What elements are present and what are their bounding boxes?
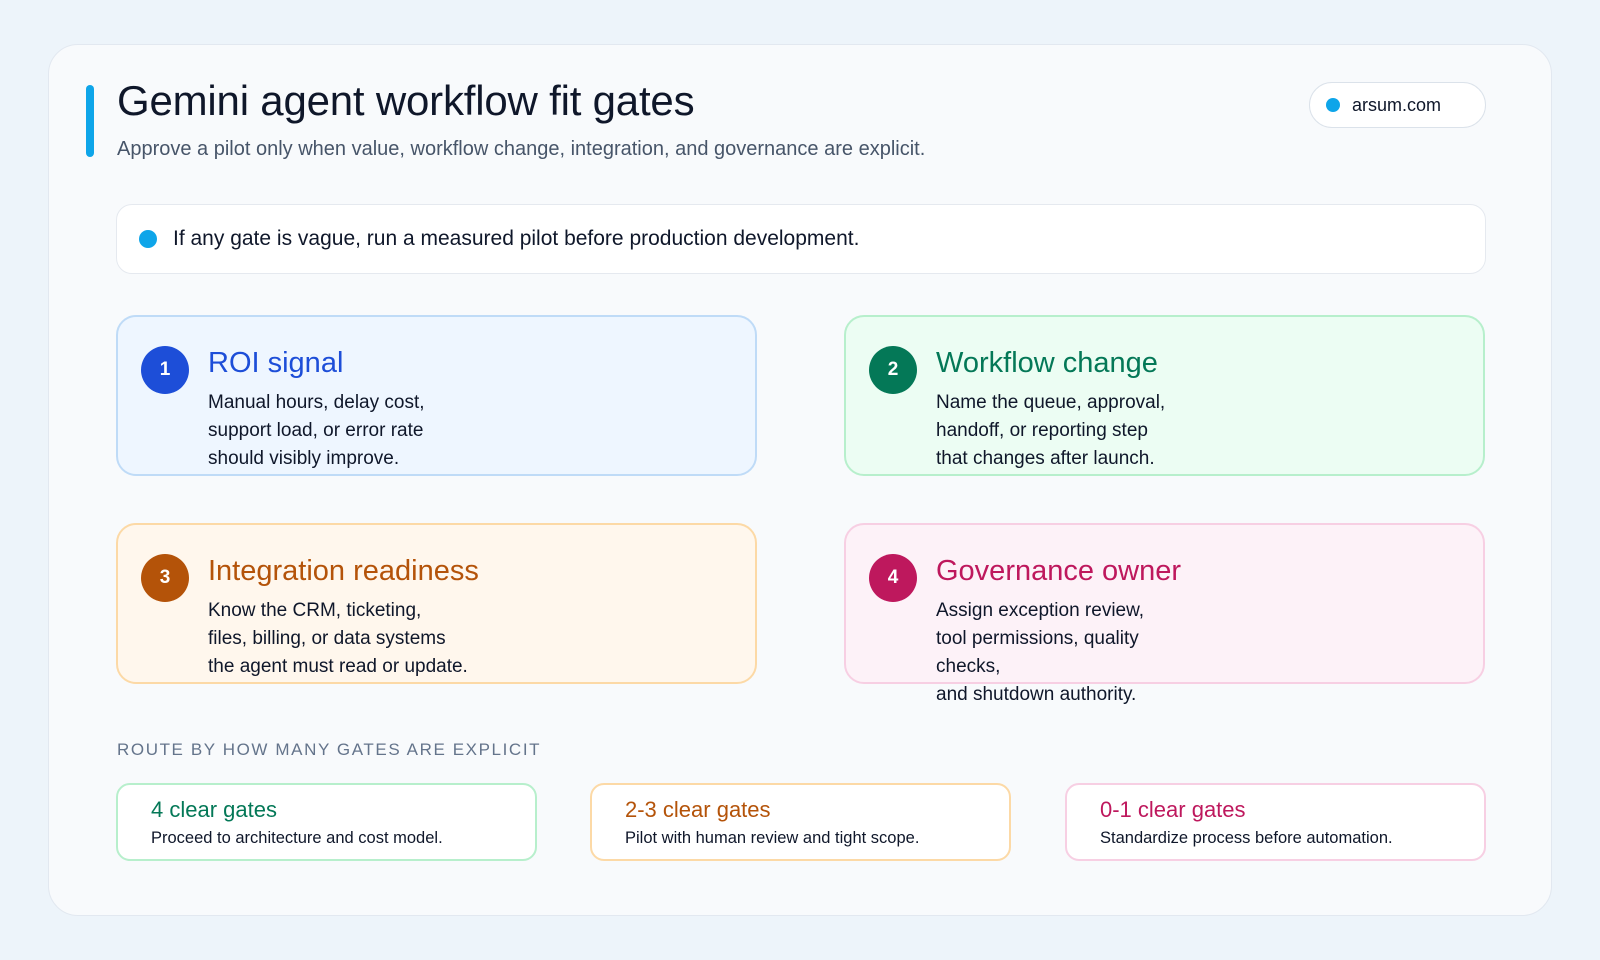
gate-number-badge: 3 [141, 554, 189, 602]
gate-description-line: that changes after launch. [936, 448, 1155, 469]
route-title: 4 clear gates [151, 797, 277, 822]
source-label: arsum.com [1352, 94, 1442, 115]
route-description: Pilot with human review and tight scope. [625, 829, 920, 847]
gate-title: Workflow change [936, 347, 1158, 379]
gate-description-line: Manual hours, delay cost, [208, 392, 425, 413]
note-dot-icon [139, 230, 157, 248]
route-option-4-gates: 4 clear gates Proceed to architecture an… [116, 783, 537, 861]
source-dot-icon [1326, 98, 1340, 112]
gate-card-governance-owner: 4 Governance owner Assign exception revi… [844, 523, 1485, 705]
gate-description-line: Know the CRM, ticketing, [208, 600, 422, 621]
gate-number-badge: 1 [141, 346, 189, 394]
main-card: Gemini agent workflow fit gates Approve … [48, 44, 1552, 916]
routing-heading: ROUTE BY HOW MANY GATES ARE EXPLICIT [117, 740, 542, 759]
page-title: Gemini agent workflow fit gates [117, 77, 695, 124]
title-accent-bar [86, 85, 94, 157]
gate-description: Know the CRM, ticketing, files, billing,… [208, 597, 478, 681]
gate-description-line: should visibly improve. [208, 448, 400, 469]
gate-number-badge: 4 [869, 554, 917, 602]
gate-description-line: and shutdown authority. [936, 684, 1137, 705]
callout-note: If any gate is vague, run a measured pil… [116, 204, 1486, 274]
gate-description-line: Name the queue, approval, [936, 392, 1166, 413]
route-description: Proceed to architecture and cost model. [151, 829, 443, 847]
gate-description-line: support load, or error rate [208, 420, 424, 441]
source-badge: arsum.com [1309, 82, 1486, 128]
gate-description: Assign exception review, tool permission… [936, 597, 1206, 709]
page-subtitle: Approve a pilot only when value, workflo… [117, 138, 926, 160]
route-option-0-1-gates: 0-1 clear gates Standardize process befo… [1065, 783, 1486, 861]
gate-description-line: tool permissions, quality checks, [936, 628, 1139, 677]
route-description: Standardize process before automation. [1100, 829, 1393, 847]
gate-description-line: handoff, or reporting step [936, 420, 1148, 441]
gate-number-badge: 2 [869, 346, 917, 394]
gate-card-integration-readiness: 3 Integration readiness Know the CRM, ti… [116, 523, 757, 684]
gate-description-line: Assign exception review, [936, 600, 1145, 621]
gate-description-line: files, billing, or data systems [208, 628, 446, 649]
gate-title: Integration readiness [208, 555, 479, 587]
gate-card-roi-signal: 1 ROI signal Manual hours, delay cost, s… [116, 315, 757, 476]
route-title: 2-3 clear gates [625, 797, 771, 822]
route-option-2-3-gates: 2-3 clear gates Pilot with human review … [590, 783, 1011, 861]
gate-description: Manual hours, delay cost, support load, … [208, 389, 478, 473]
gate-card-workflow-change: 2 Workflow change Name the queue, approv… [844, 315, 1485, 476]
gate-description-line: the agent must read or update. [208, 656, 468, 677]
gate-description: Name the queue, approval, handoff, or re… [936, 389, 1206, 473]
note-text: If any gate is vague, run a measured pil… [173, 227, 860, 250]
route-title: 0-1 clear gates [1100, 797, 1246, 822]
gate-title: Governance owner [936, 555, 1182, 587]
gate-title: ROI signal [208, 347, 344, 379]
